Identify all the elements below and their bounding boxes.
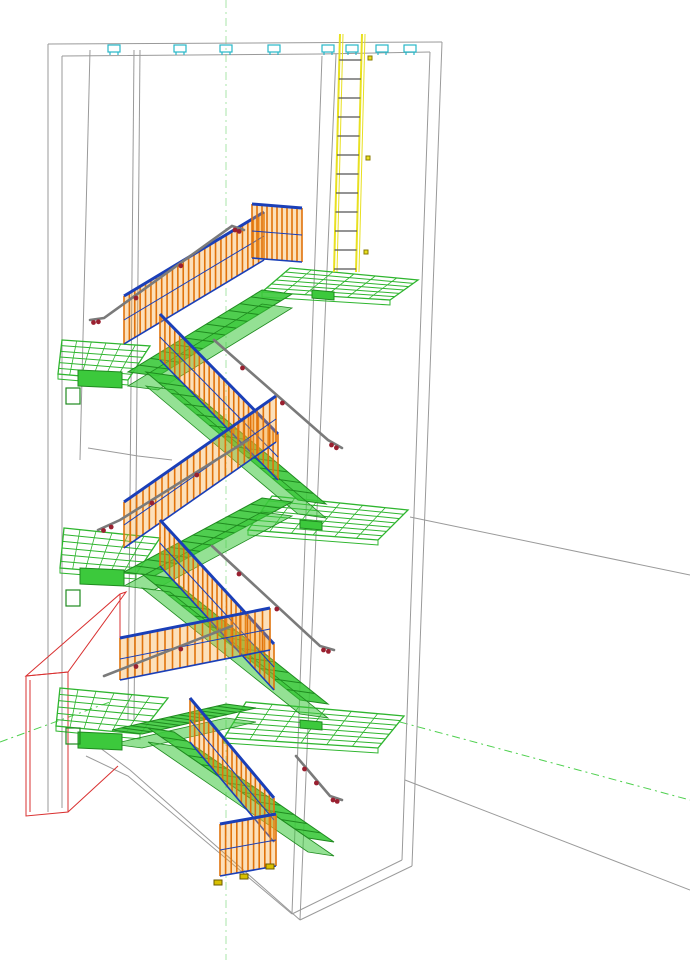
column-base-plate xyxy=(213,879,223,886)
adjacent-structure-outline xyxy=(24,591,128,817)
handrail-bracket xyxy=(236,571,242,577)
roof-fitting xyxy=(403,44,417,53)
handrail-bracket xyxy=(133,664,139,669)
handrail-bracket xyxy=(280,400,285,406)
shaft-bottom-edge xyxy=(299,865,413,921)
landing-beam xyxy=(77,731,123,751)
roof-fitting xyxy=(173,44,187,53)
ladder-bracket xyxy=(365,155,371,161)
landing-beam xyxy=(311,289,335,301)
handrail-bracket xyxy=(101,528,106,533)
landing-top-right xyxy=(260,267,420,306)
landing-edge xyxy=(247,530,379,546)
model-viewport[interactable] xyxy=(0,0,690,960)
roof-fitting xyxy=(267,44,281,53)
column-base-plate xyxy=(239,873,249,880)
handrail-bracket xyxy=(133,295,139,301)
handrail-bracket xyxy=(314,780,319,786)
guide-axes xyxy=(0,0,690,960)
handrail-bracket xyxy=(108,524,114,530)
handrail-bracket xyxy=(329,442,334,448)
ladder-bracket xyxy=(367,55,373,61)
ladder-bracket xyxy=(363,249,369,255)
grating-cross-bar xyxy=(356,507,386,539)
shaft-top-edge xyxy=(47,41,443,45)
handrail-bracket xyxy=(194,472,200,478)
grating-cross-bar xyxy=(275,706,299,742)
handrail-bracket xyxy=(330,797,336,803)
adjacent-box-side xyxy=(24,591,128,677)
handrail-bracket xyxy=(149,500,155,506)
roof-fitting xyxy=(375,44,389,53)
guard-top-landing xyxy=(251,202,303,263)
landing-beam xyxy=(77,369,123,389)
ground-reference-line-lower xyxy=(404,779,690,891)
handrail-bracket xyxy=(334,799,340,804)
wall-anchor xyxy=(65,387,81,405)
roof-fitting xyxy=(345,44,359,53)
shaft-back-left-column xyxy=(79,49,91,461)
handrail-bracket xyxy=(302,766,307,772)
roof-fitting xyxy=(107,44,121,53)
handrail-bracket xyxy=(236,229,242,234)
handrail-flight-1 xyxy=(294,754,344,804)
handrail-bracket xyxy=(96,319,101,325)
landing-beam xyxy=(79,567,125,587)
handrail-bracket xyxy=(326,649,331,654)
shaft-right-inner-edge xyxy=(401,51,431,861)
grating-cross-bar xyxy=(326,711,352,745)
landing-beam xyxy=(299,719,323,731)
adjacent-box-edge xyxy=(67,765,119,813)
handrail-bracket xyxy=(178,646,184,652)
handrail-bracket xyxy=(334,445,339,451)
landing-edge xyxy=(223,738,379,754)
shaft-bottom-inner-edge xyxy=(291,859,403,915)
handrail-bracket xyxy=(274,606,280,612)
stair-tower-3d-view[interactable] xyxy=(0,0,690,960)
ladder-rail xyxy=(355,33,363,273)
handrail-bracket xyxy=(232,227,238,233)
wall-anchor xyxy=(65,589,81,607)
roof-fitting xyxy=(321,44,335,53)
ground-reference-line xyxy=(409,516,690,576)
handrail-bracket xyxy=(321,647,326,653)
handrail-tube xyxy=(294,754,344,802)
landing-beam xyxy=(299,519,323,531)
handrail-bracket xyxy=(91,320,96,325)
handrail-bracket xyxy=(240,365,245,371)
handrail-bracket xyxy=(178,263,184,269)
horizontal-guide-axis-right xyxy=(399,721,690,801)
grating-cross-bar xyxy=(334,505,363,537)
grating-cross-bar xyxy=(352,713,378,747)
ladder-icon xyxy=(333,33,373,273)
column-base-plate xyxy=(265,863,275,870)
